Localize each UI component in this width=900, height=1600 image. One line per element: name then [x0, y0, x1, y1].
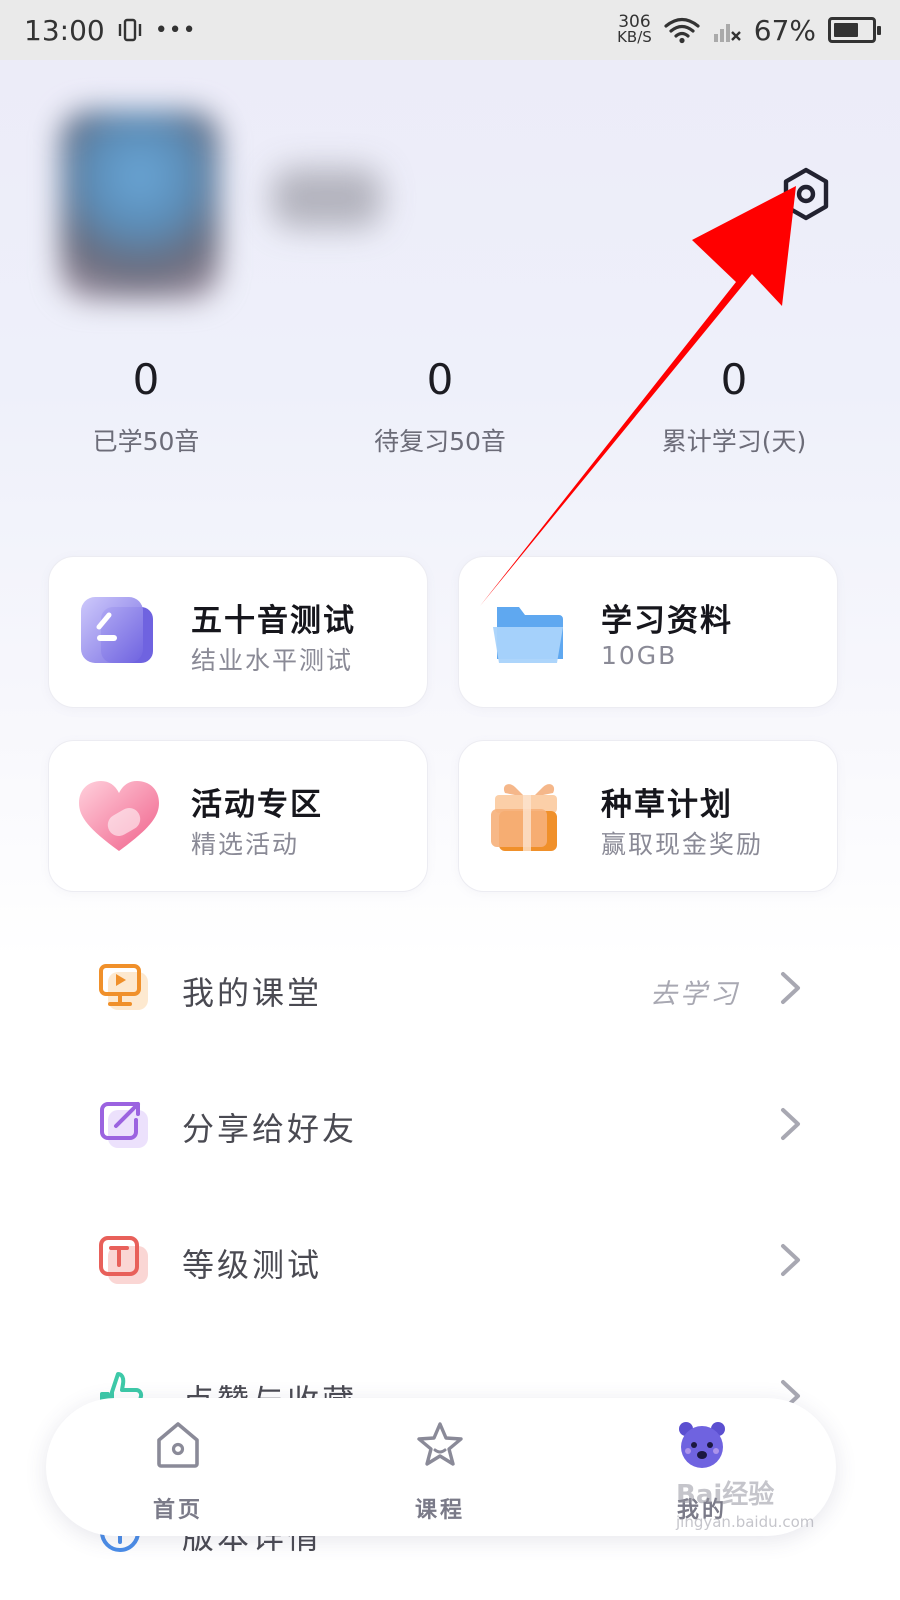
status-dots: ••• — [154, 17, 197, 43]
status-left: 13:00 ••• — [24, 14, 197, 47]
card-title: 活动专区 — [191, 787, 323, 823]
card-activities[interactable]: 活动专区 精选活动 — [48, 740, 428, 892]
list-item-my-classroom[interactable]: 我的课堂 去学习 — [0, 938, 900, 1038]
stat-value: 0 — [426, 355, 454, 404]
card-title: 五十音测试 — [191, 603, 356, 639]
net-speed: 306 KB/S — [617, 14, 652, 46]
nav-courses[interactable]: 课程 — [370, 1420, 510, 1530]
nav-label: 课程 — [414, 1498, 465, 1523]
wifi-icon — [664, 17, 700, 44]
stat-learned[interactable]: 0 已学50音 — [6, 350, 286, 458]
go-study-link[interactable]: 去学习 — [650, 972, 740, 1011]
card-seeding-plan[interactable]: 种草计划 赢取现金奖励 — [458, 740, 838, 892]
stat-value: 0 — [720, 355, 748, 404]
nav-home[interactable]: 首页 — [108, 1420, 248, 1530]
list-label: 等级测试 — [182, 1246, 323, 1284]
avatar[interactable] — [60, 110, 220, 300]
status-bar: 13:00 ••• 306 KB/S 67% — [0, 0, 900, 60]
card-kana-test[interactable]: 五十音测试 结业水平测试 — [48, 556, 428, 708]
battery-percent: 67% — [753, 13, 816, 47]
net-speed-unit: KB/S — [617, 28, 652, 46]
settings-button[interactable] — [778, 166, 834, 222]
share-icon — [100, 1102, 148, 1148]
stat-label: 累计学习(天) — [661, 427, 807, 456]
card-title: 学习资料 — [601, 603, 733, 639]
watermark-url: jingyan.baidu.com — [676, 1513, 815, 1531]
watermark-text: Bai经验 — [676, 1480, 775, 1510]
stats-row: 0 已学50音 0 待复习50音 0 累计学习(天) — [0, 350, 900, 470]
home-icon — [157, 1422, 199, 1468]
card-subtitle: 结业水平测试 — [191, 646, 354, 675]
stat-label: 待复习50音 — [374, 427, 506, 456]
username-blurred[interactable] — [272, 168, 382, 228]
test-card-icon — [81, 597, 153, 663]
gear-hexagon-icon — [783, 167, 829, 221]
status-right: 306 KB/S 67% — [617, 13, 881, 47]
card-subtitle: 10GB — [601, 641, 678, 670]
card-subtitle: 精选活动 — [191, 830, 300, 859]
chevron-right-icon — [781, 1108, 800, 1140]
list-item-share[interactable]: 分享给好友 — [0, 1074, 900, 1174]
list-label: 分享给好友 — [182, 1110, 358, 1148]
stat-label: 已学50音 — [92, 427, 200, 456]
list-item-level-test[interactable]: 等级测试 — [0, 1210, 900, 1310]
card-study-materials[interactable]: 学习资料 10GB — [458, 556, 838, 708]
status-time: 13:00 — [24, 13, 105, 47]
chevron-right-icon — [781, 1244, 800, 1276]
watermark: Bai经验 jingyan.baidu.com — [676, 1474, 846, 1554]
stat-total-days[interactable]: 0 累计学习(天) — [594, 350, 874, 458]
level-test-icon — [99, 1236, 148, 1284]
heart-icon — [79, 781, 159, 851]
battery-fill — [834, 23, 859, 37]
nav-label: 首页 — [152, 1498, 203, 1523]
classroom-icon — [99, 964, 148, 1010]
star-icon — [417, 1422, 463, 1466]
folder-icon — [493, 607, 563, 663]
stat-to-review[interactable]: 0 待复习50音 — [300, 350, 580, 458]
gift-icon — [491, 784, 557, 851]
card-title: 种草计划 — [601, 787, 733, 823]
signal-icon — [713, 24, 741, 42]
battery-icon — [828, 17, 881, 43]
list-label: 我的课堂 — [182, 974, 323, 1012]
stat-value: 0 — [132, 355, 160, 404]
card-subtitle: 赢取现金奖励 — [601, 830, 764, 859]
chevron-right-icon — [781, 972, 800, 1004]
bear-avatar-icon — [679, 1422, 725, 1468]
vibrate-icon — [118, 18, 141, 42]
